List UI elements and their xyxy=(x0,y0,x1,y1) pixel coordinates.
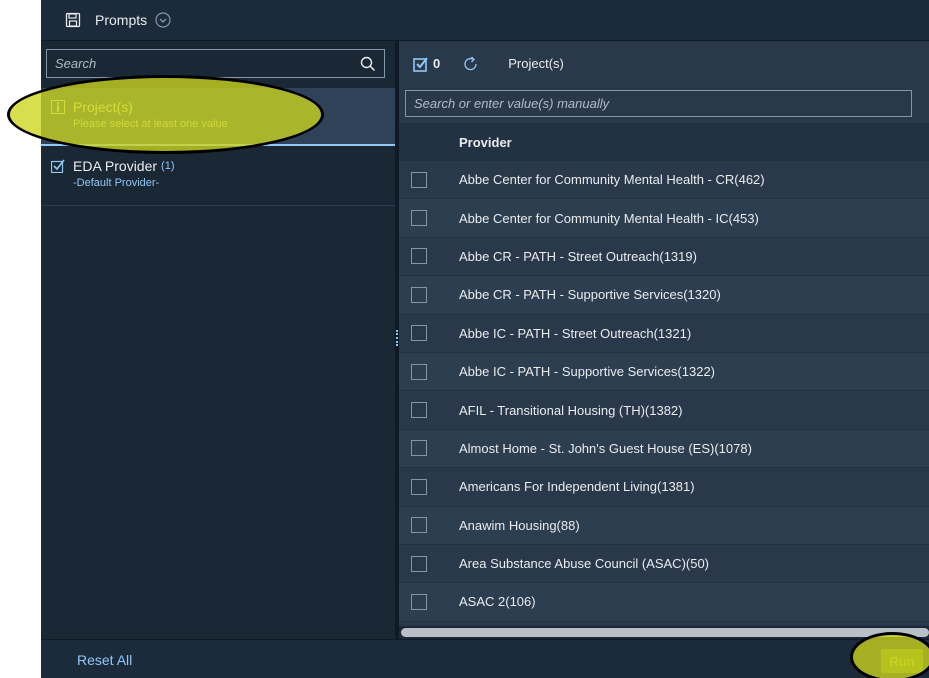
list-item[interactable]: Abbe IC - PATH - Supportive Services(132… xyxy=(399,352,929,392)
chevron-down-icon[interactable] xyxy=(155,12,171,28)
prompts-dialog: Prompts Project(s) Please select at leas… xyxy=(41,0,929,678)
search-icon[interactable] xyxy=(360,56,376,72)
value-selection-panel: 0 Project(s) Provider Abbe Center for Co… xyxy=(399,41,929,639)
list-item[interactable]: Area Substance Abuse Council (ASAC)(50) xyxy=(399,545,929,584)
value-toolbar: 0 Project(s) xyxy=(399,41,929,86)
info-icon xyxy=(51,100,65,114)
splitter-grip-icon[interactable] xyxy=(396,330,398,346)
reset-all-button[interactable]: Reset All xyxy=(77,652,132,668)
list-item-label: AFIL - Transitional Housing (TH)(1382) xyxy=(459,402,683,418)
scrollbar-thumb[interactable] xyxy=(401,628,929,637)
prompt-item-value: -Default Provider- xyxy=(73,177,160,189)
checkbox[interactable] xyxy=(411,517,427,534)
list-item[interactable]: Anawim Housing(88) xyxy=(399,506,929,545)
prompt-search-input[interactable] xyxy=(55,56,360,71)
prompt-item-label: Project(s) xyxy=(73,99,133,115)
checkbox[interactable] xyxy=(411,593,427,610)
list-item-label: Area Substance Abuse Council (ASAC)(50) xyxy=(459,556,710,572)
checkbox[interactable] xyxy=(411,402,427,419)
prompt-search-box xyxy=(46,49,385,78)
list-item[interactable]: Abbe Center for Community Mental Health … xyxy=(399,161,929,200)
manual-value-box xyxy=(405,90,912,117)
checkbox[interactable] xyxy=(411,171,427,188)
list-item-label: Anawim Housing(88) xyxy=(459,517,580,533)
list-item-label: Abbe CR - PATH - Street Outreach(1319) xyxy=(459,248,697,264)
check-icon xyxy=(51,159,65,173)
list-item-label: Americans For Independent Living(1381) xyxy=(459,479,695,495)
list-item[interactable]: Abbe Center for Community Mental Health … xyxy=(399,199,929,238)
list-item[interactable]: Abbe IC - PATH - Street Outreach(1321) xyxy=(399,315,929,353)
checkbox[interactable] xyxy=(411,286,427,303)
list-item-label: ASAC 2(106) xyxy=(459,594,536,610)
dialog-title: Prompts xyxy=(95,12,148,28)
provider-list: Abbe Center for Community Mental Health … xyxy=(399,161,929,622)
list-item[interactable]: Abbe CR - PATH - Street Outreach(1319) xyxy=(399,238,929,277)
list-item[interactable]: Abbe CR - PATH - Supportive Services(132… xyxy=(399,276,929,315)
checkbox[interactable] xyxy=(411,478,427,495)
dialog-footer: Reset All Run xyxy=(41,639,929,678)
checkbox[interactable] xyxy=(411,555,427,572)
checkbox[interactable] xyxy=(411,325,427,342)
prompt-item-label: EDA Provider xyxy=(73,158,158,174)
run-button[interactable]: Run xyxy=(881,649,923,673)
prompt-item-projects[interactable]: Project(s) Please select at least one va… xyxy=(41,88,395,146)
list-item-label: Almost Home - St. John's Guest House (ES… xyxy=(459,440,752,456)
prompt-item-hint: Please select at least one value xyxy=(73,118,228,130)
list-item[interactable]: Almost Home - St. John's Guest House (ES… xyxy=(399,429,929,469)
prompt-item-count: (1) xyxy=(161,160,175,172)
list-item[interactable]: ASAC 2(106) xyxy=(399,583,929,622)
checkbox[interactable] xyxy=(411,248,427,265)
list-item[interactable]: AFIL - Transitional Housing (TH)(1382) xyxy=(399,391,929,430)
column-header-provider[interactable]: Provider xyxy=(399,123,929,161)
list-item-label: Abbe CR - PATH - Supportive Services(132… xyxy=(459,287,721,303)
dialog-header: Prompts xyxy=(41,0,929,41)
horizontal-scrollbar[interactable] xyxy=(399,626,929,639)
prompt-list-panel: Project(s) Please select at least one va… xyxy=(41,41,395,639)
checkbox-checked-icon xyxy=(413,56,428,72)
panel-title: Project(s) xyxy=(508,56,564,71)
list-item[interactable]: Americans For Independent Living(1381) xyxy=(399,468,929,507)
select-all-toggle[interactable]: 0 xyxy=(413,56,440,72)
save-icon[interactable] xyxy=(65,12,81,28)
list-item-label: Abbe IC - PATH - Street Outreach(1321) xyxy=(459,325,692,341)
checkbox[interactable] xyxy=(411,440,427,457)
list-item-label: Abbe Center for Community Mental Health … xyxy=(459,172,765,188)
selected-count: 0 xyxy=(433,56,441,71)
list-item-label: Abbe Center for Community Mental Health … xyxy=(459,210,759,226)
checkbox[interactable] xyxy=(411,210,427,227)
list-item-label: Abbe IC - PATH - Supportive Services(132… xyxy=(459,364,716,380)
manual-value-input[interactable] xyxy=(414,96,903,111)
prompt-item-eda-provider[interactable]: EDA Provider (1) -Default Provider- xyxy=(41,146,395,206)
refresh-icon[interactable] xyxy=(462,55,480,73)
checkbox[interactable] xyxy=(411,363,427,380)
